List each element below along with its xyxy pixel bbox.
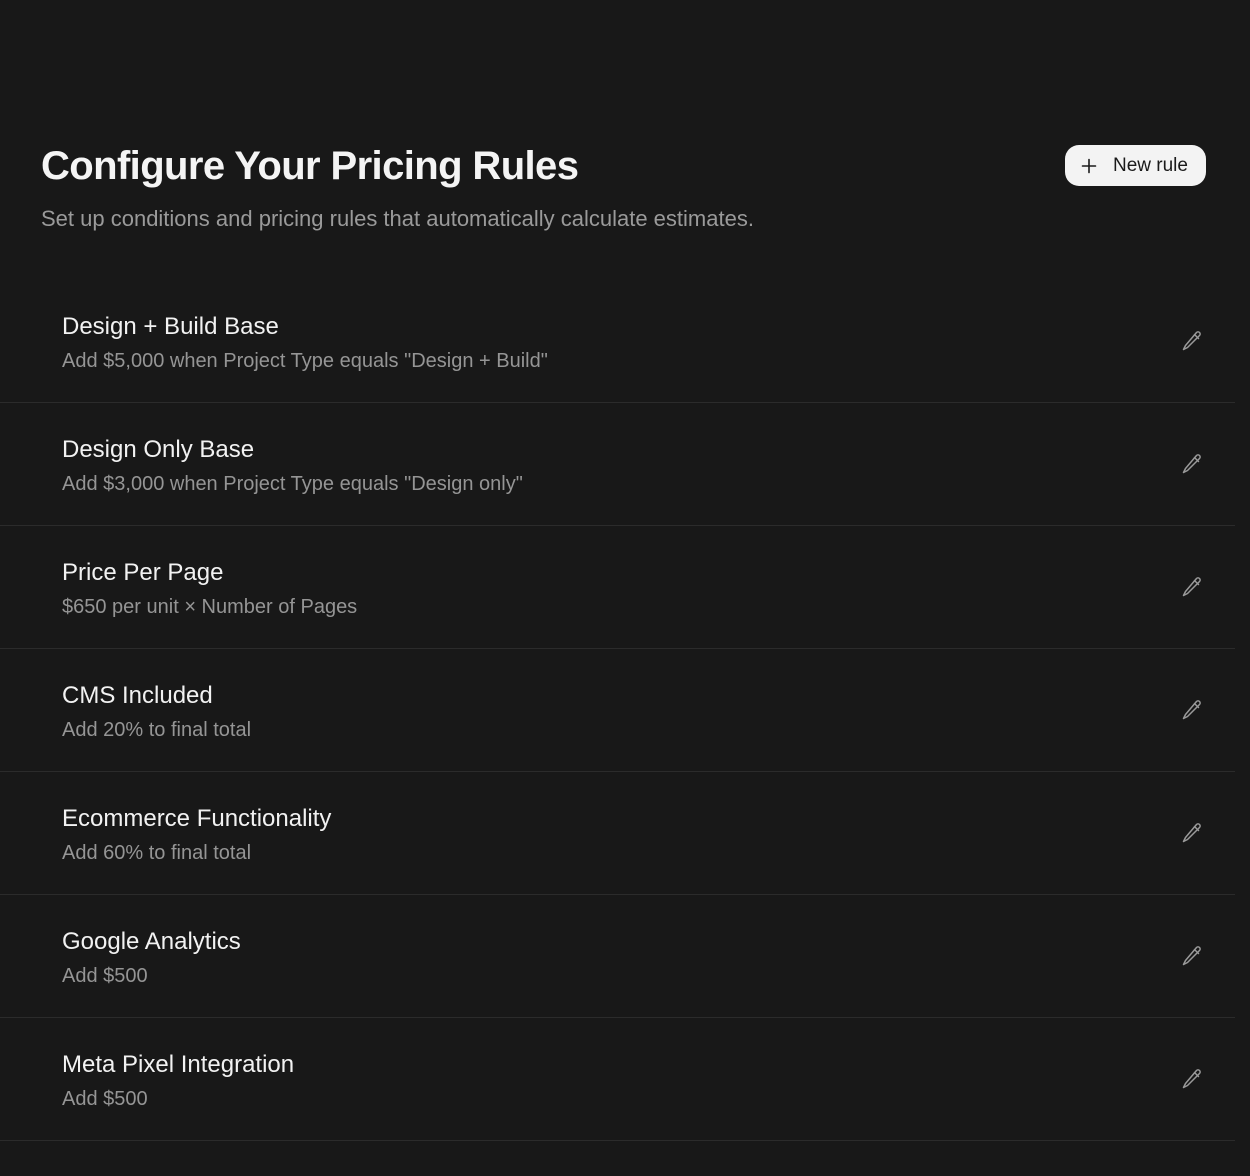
rule-name: Ecommerce Functionality xyxy=(62,805,332,832)
edit-rule-button[interactable] xyxy=(1176,571,1208,603)
rule-description: Add 20% to final total xyxy=(62,719,252,741)
page-subtitle: Set up conditions and pricing rules that… xyxy=(41,206,754,231)
rule-name: Google Analytics xyxy=(62,928,241,955)
page-title: Configure Your Pricing Rules xyxy=(41,144,579,188)
rule-description: Add $500 xyxy=(62,965,148,987)
rule-name: Meta Pixel Integration xyxy=(62,1051,295,1078)
edit-rule-button[interactable] xyxy=(1176,325,1208,357)
pencil-icon xyxy=(1182,331,1201,351)
rule-description: Add 60% to final total xyxy=(62,842,252,864)
plus-icon xyxy=(1081,158,1097,174)
rule-description: Add $5,000 when Project Type equals "Des… xyxy=(62,350,548,372)
pencil-icon xyxy=(1182,823,1201,843)
pencil-icon xyxy=(1182,1069,1201,1089)
rule-name: Design + Build Base xyxy=(62,313,279,340)
rule-row: Ecommerce Functionality Add 60% to final… xyxy=(0,772,1235,895)
edit-rule-button[interactable] xyxy=(1176,694,1208,726)
new-rule-label: New rule xyxy=(1113,154,1188,176)
rules-list: Design + Build Base Add $5,000 when Proj… xyxy=(0,280,1235,1141)
rule-name: CMS Included xyxy=(62,682,213,709)
edit-rule-button[interactable] xyxy=(1176,1063,1208,1095)
rule-name: Price Per Page xyxy=(62,559,224,586)
edit-rule-button[interactable] xyxy=(1176,448,1208,480)
pencil-icon xyxy=(1182,700,1201,720)
rule-row: Google Analytics Add $500 xyxy=(0,895,1235,1018)
rule-description: Add $500 xyxy=(62,1088,148,1110)
rule-description: Add $3,000 when Project Type equals "Des… xyxy=(62,473,523,495)
rule-name: Design Only Base xyxy=(62,436,255,463)
rule-description: $650 per unit × Number of Pages xyxy=(62,596,358,618)
new-rule-button[interactable]: New rule xyxy=(1065,145,1206,186)
edit-rule-button[interactable] xyxy=(1176,940,1208,972)
pencil-icon xyxy=(1182,946,1201,966)
rule-row: Design Only Base Add $3,000 when Project… xyxy=(0,403,1235,526)
rule-row: Meta Pixel Integration Add $500 xyxy=(0,1018,1235,1141)
edit-rule-button[interactable] xyxy=(1176,817,1208,849)
pencil-icon xyxy=(1182,577,1201,597)
rule-row: Price Per Page $650 per unit × Number of… xyxy=(0,526,1235,649)
pencil-icon xyxy=(1182,454,1201,474)
rule-row: CMS Included Add 20% to final total xyxy=(0,649,1235,772)
rule-row: Design + Build Base Add $5,000 when Proj… xyxy=(0,280,1235,403)
